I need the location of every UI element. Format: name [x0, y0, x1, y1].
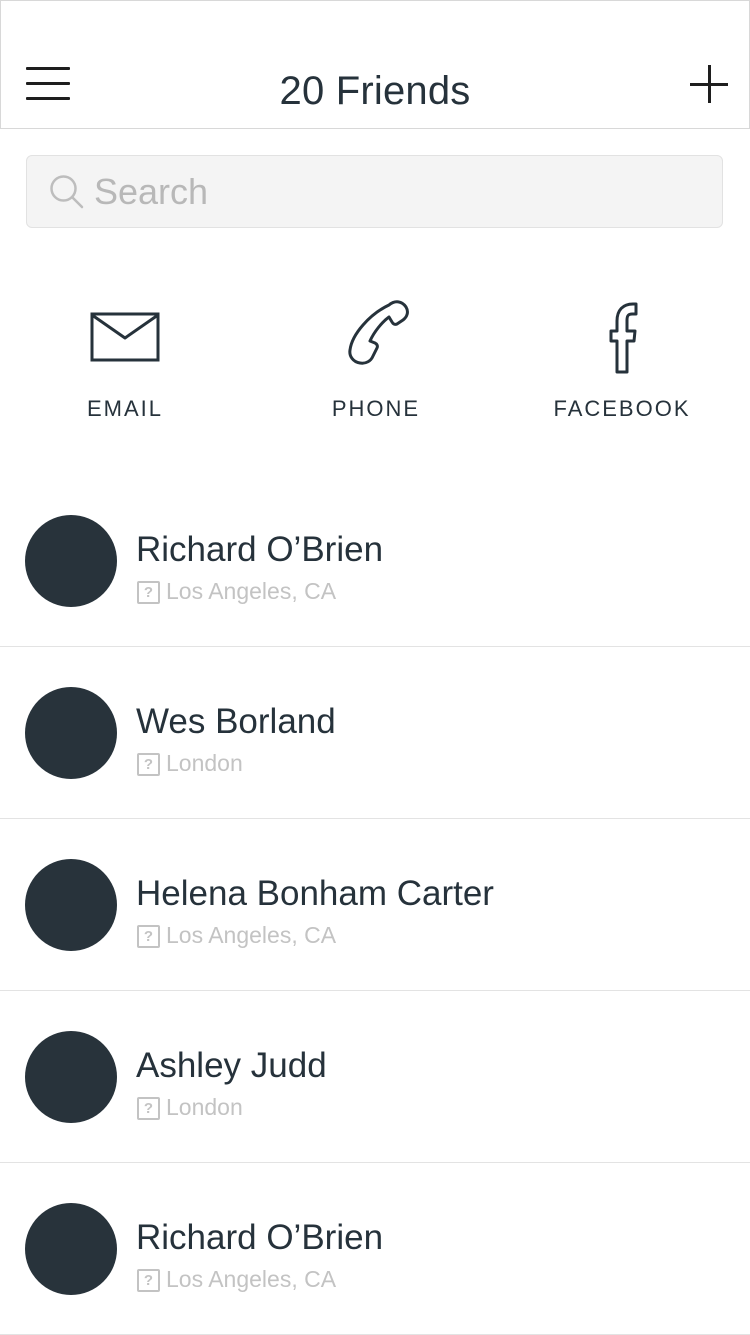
- facebook-icon: [609, 302, 638, 374]
- friends-list: Richard O’Brien ? Los Angeles, CA Wes Bor…: [0, 475, 750, 1335]
- avatar: [25, 859, 117, 951]
- friend-row[interactable]: Ashley Judd ? London: [0, 991, 750, 1163]
- unknown-location-icon: ?: [137, 1269, 160, 1292]
- avatar: [25, 1203, 117, 1295]
- search-input[interactable]: [94, 156, 694, 227]
- friend-location-text: Los Angeles, CA: [166, 578, 337, 604]
- email-button[interactable]: EMAIL: [25, 296, 225, 432]
- add-friend-button[interactable]: [690, 65, 728, 103]
- friend-row[interactable]: Richard O’Brien ? Los Angeles, CA: [0, 1163, 750, 1335]
- avatar: [25, 687, 117, 779]
- phone-icon: [348, 300, 409, 365]
- search-icon: [50, 175, 84, 209]
- friend-location-text: Los Angeles, CA: [166, 922, 337, 948]
- friend-name: Ashley Judd: [136, 1046, 327, 1085]
- friend-row[interactable]: Wes Borland ? London: [0, 647, 750, 819]
- friend-location-text: London: [166, 750, 243, 776]
- search-bar[interactable]: [26, 155, 723, 228]
- friend-name: Helena Bonham Carter: [136, 874, 494, 913]
- friend-name: Richard O’Brien: [136, 1218, 384, 1257]
- friend-row[interactable]: Helena Bonham Carter ? Los Angeles, CA: [0, 819, 750, 991]
- friend-location-text: Los Angeles, CA: [166, 1266, 337, 1292]
- email-label: EMAIL: [86, 396, 164, 421]
- friend-location: ? Los Angeles, CA: [137, 1266, 336, 1292]
- unknown-location-icon: ?: [137, 925, 160, 948]
- avatar: [25, 1031, 117, 1123]
- envelope-icon: [90, 312, 160, 362]
- friend-location: ? Los Angeles, CA: [137, 578, 336, 604]
- friend-location: ? London: [137, 750, 243, 776]
- phone-button[interactable]: PHONE: [276, 296, 476, 432]
- friend-location: ? Los Angeles, CA: [137, 922, 336, 948]
- friend-location: ? London: [137, 1094, 243, 1120]
- page-title: 20 Friends: [279, 69, 471, 113]
- friend-row[interactable]: Richard O’Brien ? Los Angeles, CA: [0, 475, 750, 647]
- phone-label: PHONE: [331, 396, 421, 421]
- facebook-label: FACEBOOK: [553, 396, 691, 421]
- friend-location-text: London: [166, 1094, 243, 1120]
- avatar: [25, 515, 117, 607]
- unknown-location-icon: ?: [137, 581, 160, 604]
- facebook-button[interactable]: FACEBOOK: [522, 296, 722, 432]
- top-nav-bar: 20 Friends: [0, 0, 750, 129]
- friend-name: Richard O’Brien: [136, 530, 384, 569]
- unknown-location-icon: ?: [137, 1097, 160, 1120]
- unknown-location-icon: ?: [137, 753, 160, 776]
- friend-name: Wes Borland: [136, 702, 336, 741]
